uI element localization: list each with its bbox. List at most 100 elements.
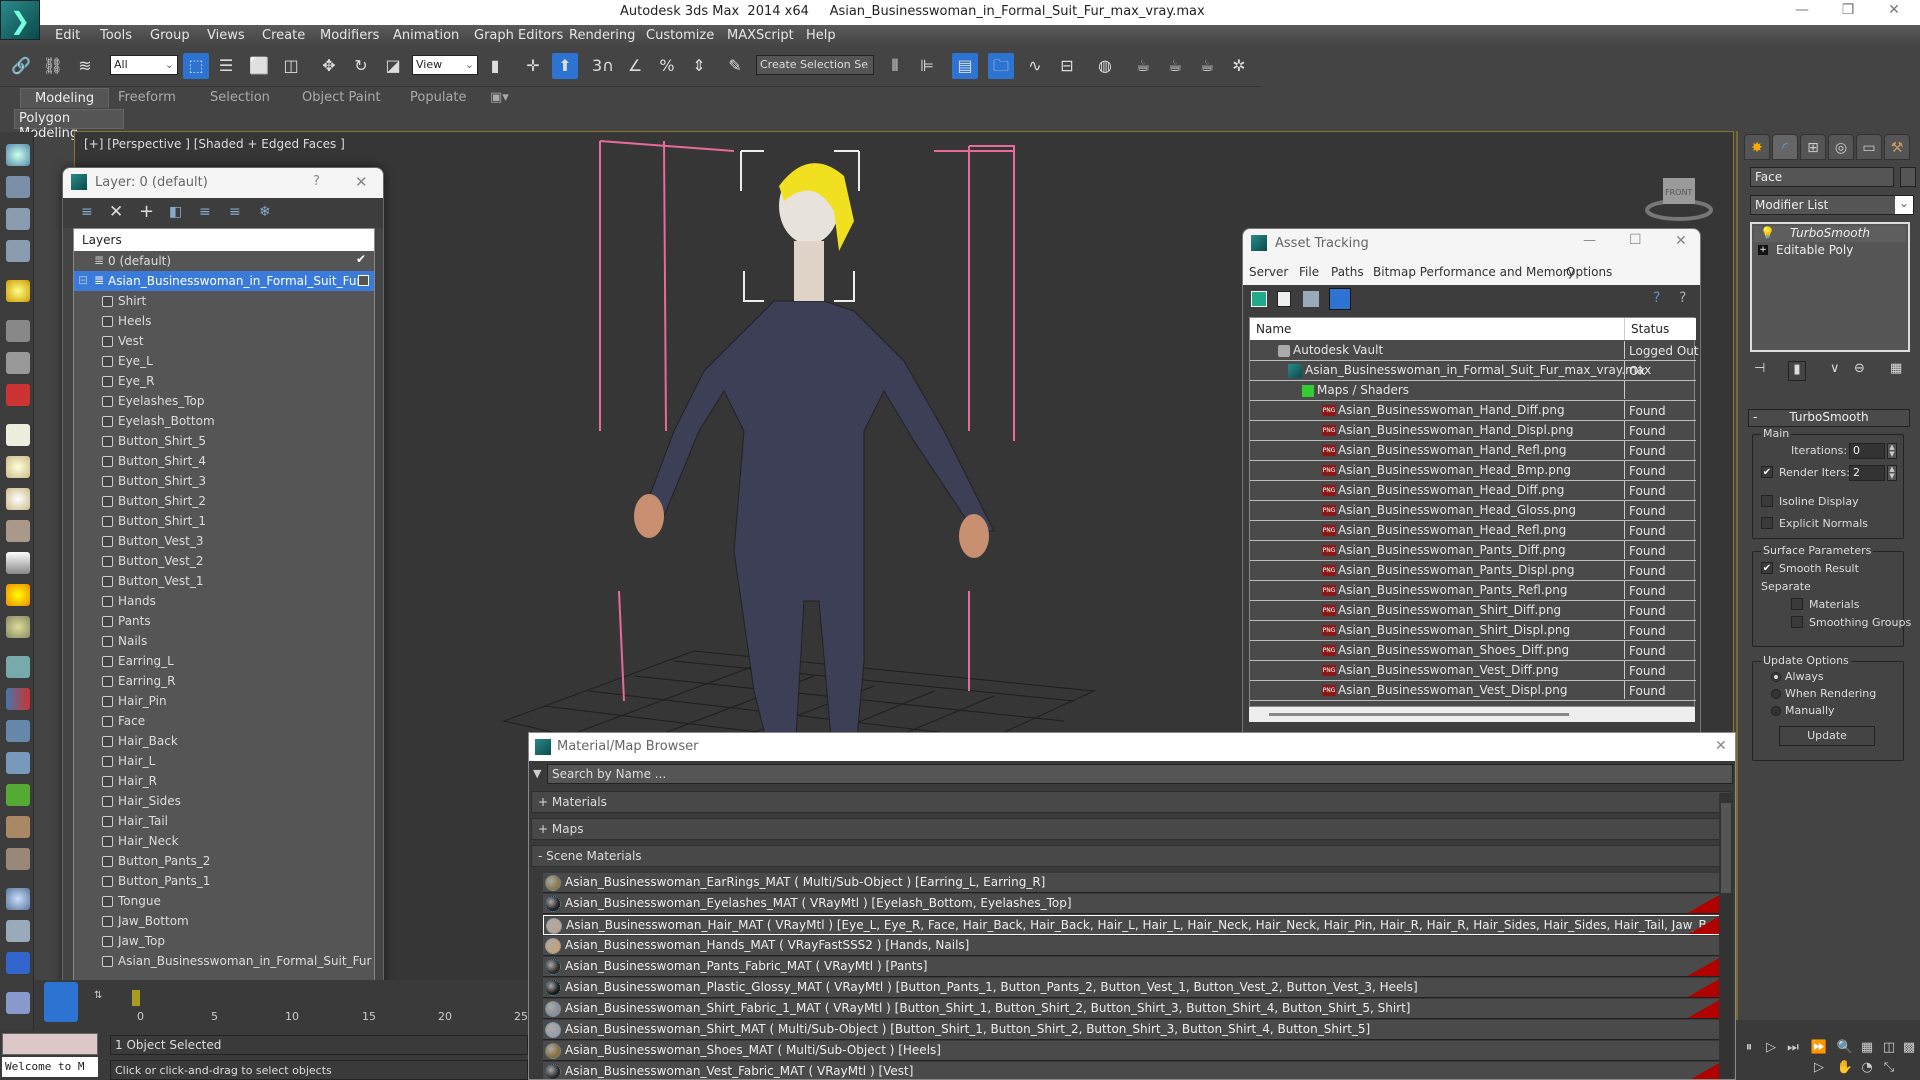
group-scene-materials[interactable]: - Scene Materials xyxy=(531,845,1731,867)
menu-tools[interactable]: Tools xyxy=(100,28,132,43)
timeline[interactable]: ⇅ xyxy=(34,980,528,1030)
layer-object-item[interactable]: Hair_L xyxy=(74,751,374,771)
hierarchy-tab-icon[interactable]: ⊞ xyxy=(1800,134,1826,160)
add-to-layer-icon[interactable]: + xyxy=(139,201,154,222)
mini-listener-toggle[interactable] xyxy=(44,982,78,1022)
camera-icon[interactable] xyxy=(6,320,30,342)
material-item[interactable]: Asian_Businesswoman_Hands_MAT ( VRayFast… xyxy=(543,936,1721,956)
horizontal-scrollbar[interactable] xyxy=(1249,707,1695,722)
ambient-light-icon[interactable] xyxy=(6,616,30,638)
timeline-config-icon[interactable]: ⇅ xyxy=(94,990,102,1001)
rendered-frame-window-icon[interactable]: ☕ xyxy=(1162,53,1188,79)
spinner-snap-icon[interactable]: ⇕ xyxy=(686,53,712,79)
create-layer-icon[interactable]: ≡ xyxy=(81,204,93,220)
asset-row[interactable]: PNG Asian_Businesswoman_Hand_Refl.png Foun… xyxy=(1250,441,1696,461)
modifier-list-dropdown[interactable]: Modifier List ⌄ xyxy=(1750,195,1914,215)
play-icon[interactable]: ▷ xyxy=(1762,1040,1780,1058)
tab-object-paint[interactable]: Object Paint xyxy=(302,90,381,105)
layer-color-swatch[interactable] xyxy=(358,275,369,286)
layer-object-item[interactable]: Face xyxy=(74,711,374,731)
next-frame-icon[interactable]: ⏭ xyxy=(1784,1040,1802,1058)
maxscript-listener-input[interactable]: Welcome to M xyxy=(2,1057,98,1077)
layer-object-item[interactable]: Button_Shirt_4 xyxy=(74,451,374,471)
manipulate-icon[interactable]: ✛ xyxy=(520,53,546,79)
make-unique-icon[interactable]: ∨ xyxy=(1830,361,1840,376)
panel-icon[interactable] xyxy=(6,208,30,230)
polygon-modeling-panel[interactable]: Polygon Modeling xyxy=(14,109,124,141)
material-browser-icon[interactable] xyxy=(6,920,30,942)
menu-server[interactable]: Server xyxy=(1249,265,1288,279)
update-manually-radio[interactable] xyxy=(1771,706,1781,716)
scrollbar-thumb[interactable] xyxy=(1269,713,1569,716)
layers-column-header[interactable]: Layers xyxy=(74,229,374,251)
layer-object-item[interactable]: Button_Pants_2 xyxy=(74,851,374,871)
toggle-layer-explorer-icon[interactable]: 🗀 xyxy=(988,53,1014,79)
menu-file[interactable]: File xyxy=(1299,265,1319,279)
menu-views[interactable]: Views xyxy=(207,28,245,43)
sphere-light-icon[interactable] xyxy=(6,488,30,510)
remove-modifier-icon[interactable]: ⊖ xyxy=(1854,361,1865,376)
material-item[interactable]: Asian_Businesswoman_Shoes_MAT ( Multi/Su… xyxy=(543,1041,1721,1061)
reference-coordinate-dropdown[interactable]: View ⌄ xyxy=(412,55,478,75)
asset-row[interactable]: PNG Asian_Businesswoman_Head_Diff.png Foun… xyxy=(1250,481,1696,501)
mesh-light-icon[interactable] xyxy=(6,520,30,542)
ornatrix-icon[interactable] xyxy=(6,848,30,870)
layer-object-item[interactable]: Button_Shirt_5 xyxy=(74,431,374,451)
fur-icon[interactable] xyxy=(6,752,30,774)
rotate-icon[interactable]: ↻ xyxy=(348,53,374,79)
percent-snap-icon[interactable]: % xyxy=(654,53,680,79)
ribbon-options-icon[interactable]: ▣▾ xyxy=(490,90,509,105)
explicit-normals-checkbox[interactable] xyxy=(1761,517,1773,529)
pivot-center-icon[interactable]: ▮ xyxy=(482,53,508,79)
layer-object-item[interactable]: Hair_Sides xyxy=(74,791,374,811)
close-button[interactable]: ✕ xyxy=(1715,738,1727,754)
selection-set-icon[interactable] xyxy=(6,952,30,974)
help-button[interactable]: ? xyxy=(313,174,320,189)
metaball-icon[interactable] xyxy=(6,688,30,710)
app-logo-button[interactable]: ❯ xyxy=(0,0,40,40)
layer-object-item[interactable]: Button_Vest_3 xyxy=(74,531,374,551)
sun-icon[interactable] xyxy=(6,584,30,606)
grass-icon[interactable] xyxy=(6,784,30,806)
layer-dialog-titlebar[interactable]: Layer: 0 (default) ? ✕ xyxy=(63,168,383,198)
layer-object-item[interactable]: Heels xyxy=(74,311,374,331)
turbosmooth-rollout-header[interactable]: - TurboSmooth xyxy=(1748,409,1910,427)
layer-object-item[interactable]: Vest xyxy=(74,331,374,351)
schematic-view-icon[interactable]: ⊟ xyxy=(1054,53,1080,79)
material-item[interactable]: Asian_Businesswoman_Vest_Fabric_MAT ( VR… xyxy=(543,1062,1721,1079)
zoom-icon[interactable]: 🔍 xyxy=(1836,1040,1854,1058)
layer-object-item[interactable]: Jaw_Bottom xyxy=(74,911,374,931)
window-crossing-icon[interactable]: ◫ xyxy=(278,53,304,79)
set-current-layer-icon[interactable]: ≡ xyxy=(229,204,241,220)
layer-object-item[interactable]: Asian_Businesswoman_in_Formal_Suit_Fur xyxy=(74,951,374,971)
material-item[interactable]: Asian_Businesswoman_Eyelashes_MAT ( VRay… xyxy=(543,894,1721,914)
asset-row[interactable]: PNG Asian_Businesswoman_Hand_Displ.png Fou… xyxy=(1250,421,1696,441)
layer-object-item[interactable]: Eye_L xyxy=(74,351,374,371)
iterations-spinner[interactable]: 0 xyxy=(1849,443,1885,459)
group-materials[interactable]: + Materials xyxy=(531,791,1731,813)
tree-view-icon[interactable] xyxy=(1303,291,1319,307)
curve-editor-icon[interactable]: ∿ xyxy=(1022,53,1048,79)
layer-object-item[interactable]: Hair_Pin xyxy=(74,691,374,711)
select-and-link-icon[interactable]: 🔗 xyxy=(8,53,34,79)
select-object-icon[interactable]: ⬚ xyxy=(183,53,209,79)
stack-item-editable-poly[interactable]: + Editable Poly xyxy=(1754,243,1906,259)
refresh-icon[interactable] xyxy=(1251,291,1267,307)
layer-object-item[interactable]: Hair_Back xyxy=(74,731,374,751)
toggle-scene-explorer-icon[interactable]: ▤ xyxy=(952,53,978,79)
layer-object-item[interactable]: Earring_L xyxy=(74,651,374,671)
layer-object-item[interactable]: Shirt xyxy=(74,291,374,311)
menu-edit[interactable]: Edit xyxy=(55,28,80,43)
material-editor-icon[interactable]: ◍ xyxy=(1092,53,1118,79)
smooth-result-checkbox[interactable]: ✔ xyxy=(1761,562,1773,574)
align-icon[interactable]: ⊫ xyxy=(914,53,940,79)
close-button[interactable]: ✕ xyxy=(1675,233,1687,249)
grid-panel-icon[interactable] xyxy=(6,240,30,262)
menu-maxscript[interactable]: MAXScript xyxy=(727,28,794,43)
select-objects-icon[interactable]: ◧ xyxy=(169,204,182,220)
material-item[interactable]: Asian_Businesswoman_Pants_Fabric_MAT ( V… xyxy=(543,957,1721,977)
edit-named-selection-icon[interactable]: ✎ xyxy=(722,53,748,79)
display-tab-icon[interactable]: ▭ xyxy=(1856,134,1882,160)
menu-paths[interactable]: Paths xyxy=(1331,265,1364,279)
move-icon[interactable]: ✥ xyxy=(316,53,342,79)
